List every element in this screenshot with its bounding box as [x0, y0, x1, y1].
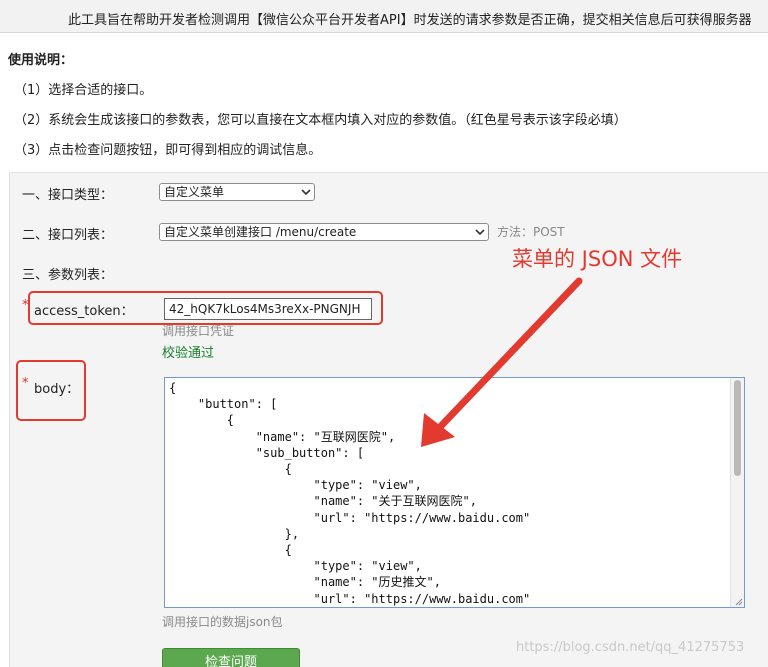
annotation-arrow-icon: [421, 277, 583, 447]
watermark: https://blog.csdn.net/qq_41275753: [516, 640, 745, 655]
